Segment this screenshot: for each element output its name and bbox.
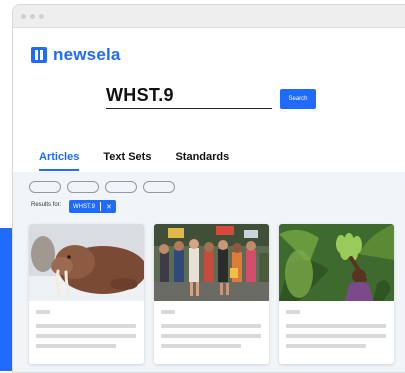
window-control-minimize[interactable] <box>30 14 35 19</box>
left-accent-bar <box>0 228 12 371</box>
tag-divider <box>100 202 102 211</box>
window-control-maximize[interactable] <box>39 14 44 19</box>
search-bar: WHST.9 Search <box>106 85 316 109</box>
street-protest-crowd-photo <box>154 224 269 301</box>
card-title-placeholder <box>286 310 300 314</box>
search-button[interactable]: Search <box>280 89 316 109</box>
filter-chip[interactable] <box>29 181 61 193</box>
card-text-placeholder <box>161 334 261 338</box>
filter-chip[interactable] <box>67 181 99 193</box>
newsela-logo[interactable]: newsela <box>31 45 121 65</box>
newsela-logo-icon <box>31 47 47 63</box>
window-titlebar <box>13 5 405 28</box>
content-tabs: Articles Text Sets Standards <box>39 151 253 171</box>
results-panel: Results for: WHST.9 ✕ <box>13 172 405 372</box>
filter-chip[interactable] <box>105 181 137 193</box>
filter-chips <box>29 181 175 193</box>
card-text-placeholder <box>286 344 366 348</box>
card-text-placeholder <box>36 344 116 348</box>
card-text-placeholder <box>161 344 241 348</box>
brand-name: newsela <box>53 45 121 64</box>
filter-chip[interactable] <box>143 181 175 193</box>
results-for-label: Results for: <box>31 202 62 208</box>
filter-tag-label: WHST.9 <box>73 203 96 210</box>
window-control-close[interactable] <box>21 14 26 19</box>
card-text-placeholder <box>36 324 136 328</box>
active-filter-tag: WHST.9 ✕ <box>69 200 116 213</box>
card-text-placeholder <box>36 334 136 338</box>
browser-window: newsela WHST.9 Search Articles Text Sets… <box>12 4 405 373</box>
protest-crowd-illustration <box>154 224 269 301</box>
card-text-placeholder <box>286 334 386 338</box>
article-card[interactable] <box>29 224 144 364</box>
tab-text-sets[interactable]: Text Sets <box>103 151 151 171</box>
tab-standards[interactable]: Standards <box>175 151 229 171</box>
article-card[interactable] <box>154 224 269 364</box>
walrus-photo <box>29 224 144 301</box>
walrus-illustration <box>29 224 144 301</box>
person-harvesting-bananas-photo <box>279 224 394 301</box>
tab-articles[interactable]: Articles <box>39 151 80 171</box>
search-input[interactable]: WHST.9 <box>106 85 272 109</box>
close-icon[interactable]: ✕ <box>106 203 112 211</box>
card-text-placeholder <box>286 324 386 328</box>
article-card[interactable] <box>279 224 394 364</box>
banana-harvest-illustration <box>279 224 394 301</box>
card-title-placeholder <box>161 310 175 314</box>
card-text-placeholder <box>161 324 261 328</box>
card-title-placeholder <box>36 310 50 314</box>
